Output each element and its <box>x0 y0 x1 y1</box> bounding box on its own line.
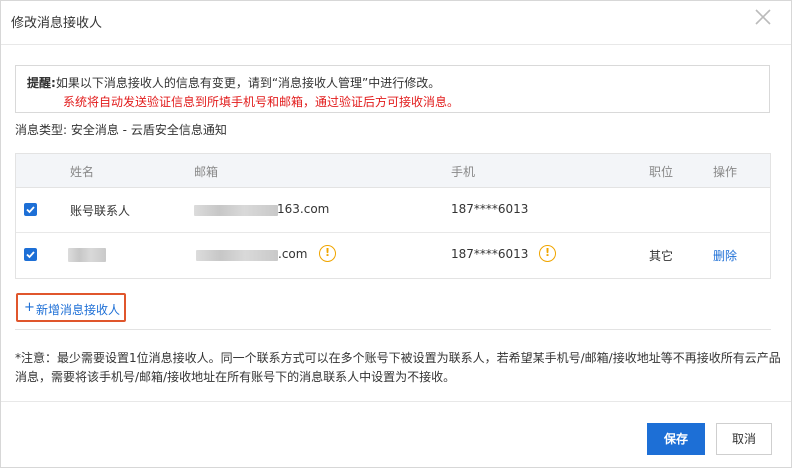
table-row: .com ! 187****6013 ! 其它 删除 <box>16 233 770 278</box>
note-text: *注意：最少需要设置1位消息接收人。同一个联系方式可以在多个账号下被设置为联系人… <box>15 351 781 384</box>
add-recipient-button[interactable]: + 新增消息接收人 <box>16 293 126 322</box>
header-position: 职位 <box>649 165 674 179</box>
redacted-email <box>194 205 278 216</box>
table-row: 账号联系人 163.com 187****6013 <box>16 188 770 233</box>
notice-text-1: 如果以下消息接收人的信息有变更，请到“消息接收人管理”中进行修改。 <box>55 76 441 90</box>
add-recipient-label: 新增消息接收人 <box>36 303 121 317</box>
recipient-phone: 187****6013 <box>451 247 529 261</box>
row-checkbox[interactable] <box>24 203 37 216</box>
notice-line-1: 提醒:如果以下消息接收人的信息有变更，请到“消息接收人管理”中进行修改。 <box>27 74 440 91</box>
email-domain: 163.com <box>277 202 330 216</box>
close-icon[interactable] <box>753 7 773 27</box>
redacted-email <box>196 250 278 261</box>
dialog-header: 修改消息接收人 <box>1 1 791 45</box>
footer-divider <box>1 401 791 402</box>
delete-link[interactable]: 删除 <box>713 247 737 264</box>
email-domain: .com <box>278 247 308 261</box>
header-phone: 手机 <box>451 165 476 179</box>
notice-text-2: 系统将自动发送验证信息到所填手机号和邮箱，通过验证后方可接收消息。 <box>63 95 460 109</box>
recipient-phone: 187****6013 <box>451 202 529 216</box>
message-type: 消息类型: 安全消息 - 云盾安全信息通知 <box>15 123 227 137</box>
warning-icon[interactable]: ! <box>539 245 556 262</box>
redacted-name <box>68 248 106 262</box>
table-header: 姓名 邮箱 手机 职位 操作 <box>16 154 770 188</box>
recipient-name: 账号联系人 <box>70 204 131 218</box>
recipients-table: 姓名 邮箱 手机 职位 操作 账号联系人 163.com 187****6013… <box>15 153 771 279</box>
header-name: 姓名 <box>70 165 95 179</box>
dialog-title: 修改消息接收人 <box>11 16 103 31</box>
notice-label: 提醒: <box>27 76 56 90</box>
row-checkbox[interactable] <box>24 248 37 261</box>
plus-icon: + <box>24 300 35 315</box>
header-actions: 操作 <box>713 165 738 179</box>
save-button[interactable]: 保存 <box>647 423 705 455</box>
recipient-position: 其它 <box>649 249 674 263</box>
header-email: 邮箱 <box>194 165 219 179</box>
modify-recipients-dialog: 修改消息接收人 提醒:如果以下消息接收人的信息有变更，请到“消息接收人管理”中进… <box>0 0 792 468</box>
cancel-button[interactable]: 取消 <box>716 423 772 455</box>
warning-icon[interactable]: ! <box>319 245 336 262</box>
divider <box>15 329 771 330</box>
notice-box: 提醒:如果以下消息接收人的信息有变更，请到“消息接收人管理”中进行修改。 系统将… <box>15 65 770 113</box>
